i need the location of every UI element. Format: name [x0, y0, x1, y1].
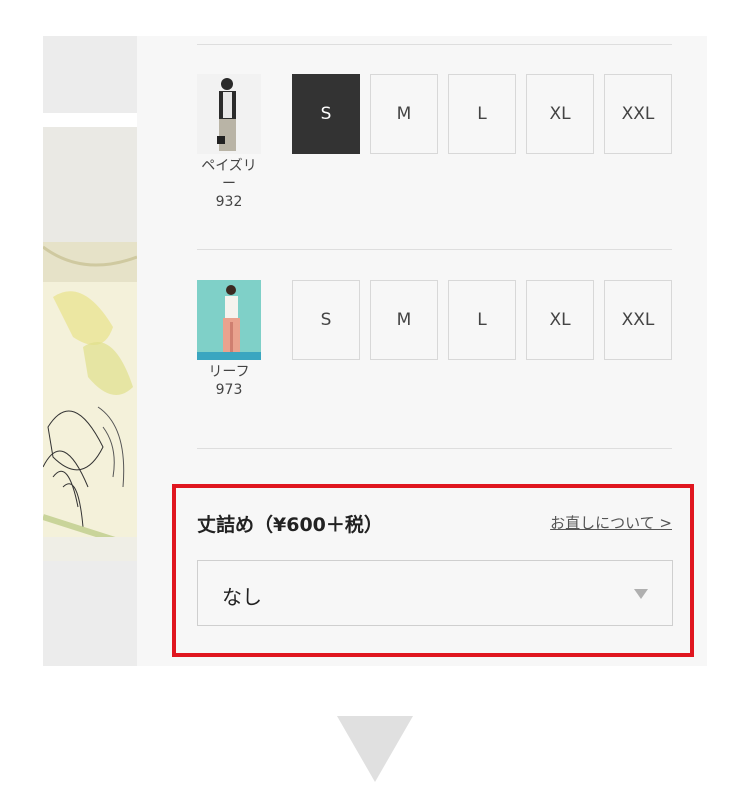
leaf-model-image: [197, 280, 261, 360]
size-selector: S M L XL XXL: [292, 74, 672, 154]
alteration-info-link[interactable]: お直しについて >: [550, 512, 672, 533]
product-image-bottom: [43, 561, 137, 666]
variant-thumbnail[interactable]: リーフ 973: [197, 280, 261, 399]
size-button-m[interactable]: M: [370, 280, 438, 360]
alteration-title: 丈詰め（¥600＋税）: [197, 514, 383, 536]
down-arrow-icon: [337, 716, 413, 782]
variant-thumbnail[interactable]: ペイズリー 932: [197, 74, 261, 211]
variant-code: 973: [215, 382, 243, 398]
variant-name: ペイズリー: [201, 158, 257, 192]
divider: [197, 448, 672, 449]
chevron-down-icon: [634, 589, 648, 599]
size-button-xl[interactable]: XL: [526, 74, 594, 154]
leaf-print-fabric-image: [43, 127, 137, 582]
size-button-xxl[interactable]: XXL: [604, 74, 672, 154]
size-button-xl[interactable]: XL: [526, 280, 594, 360]
variant-name: リーフ: [208, 364, 250, 380]
alteration-select-value: なし: [222, 585, 262, 609]
size-button-s[interactable]: S: [292, 74, 360, 154]
size-button-l[interactable]: L: [448, 74, 516, 154]
paisley-model-image: [197, 74, 261, 154]
product-image-main: [43, 127, 137, 582]
divider: [197, 44, 672, 45]
product-image-top: [43, 36, 137, 113]
variant-code: 932: [215, 194, 243, 210]
size-button-l[interactable]: L: [448, 280, 516, 360]
size-selector: S M L XL XXL: [292, 280, 672, 360]
alteration-select[interactable]: なし: [197, 560, 673, 626]
product-image-strip: [43, 36, 137, 666]
size-button-s[interactable]: S: [292, 280, 360, 360]
size-button-m[interactable]: M: [370, 74, 438, 154]
divider: [197, 249, 672, 250]
size-button-xxl[interactable]: XXL: [604, 280, 672, 360]
